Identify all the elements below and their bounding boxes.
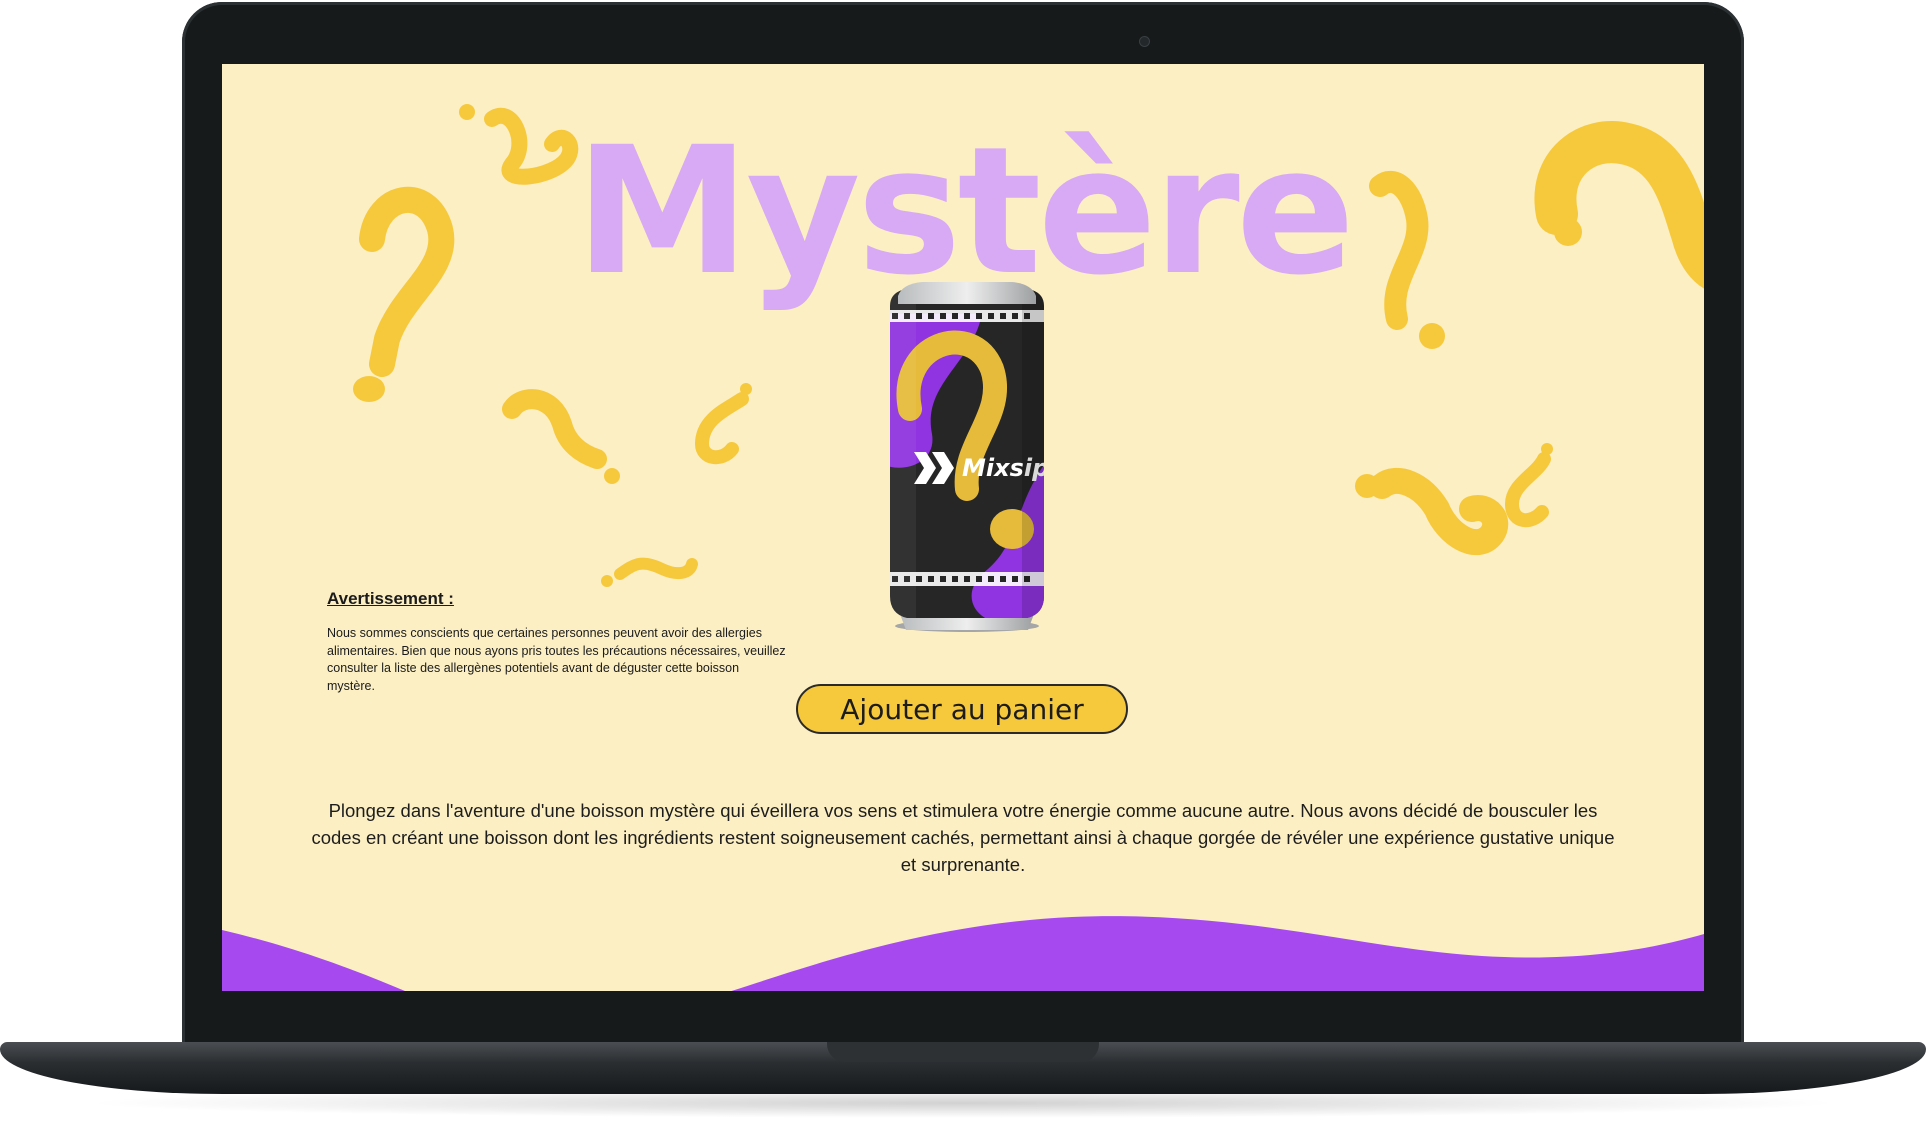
laptop-notch [827, 1042, 1099, 1062]
question-mark-icon [502, 389, 607, 469]
product-page: Mystère Mixsip Avertissement: Nous somm… [222, 64, 1704, 991]
warning-title: Avertissement : [327, 589, 454, 608]
purple-wave-decoration [222, 916, 1704, 991]
inverted-question-mark-icon [1505, 452, 1551, 528]
camera-icon [1139, 36, 1150, 47]
add-to-cart-button[interactable]: Ajouter au panier [796, 684, 1128, 734]
warning-text: Nous sommes conscients que certaines per… [327, 626, 786, 693]
allergy-warning: Avertissement : Nous sommes conscients q… [327, 589, 787, 695]
product-can-image: Mixsip [890, 282, 1044, 632]
question-mark-icon [1369, 468, 1509, 556]
product-description: Plongez dans l'aventure d'une boisson my… [311, 800, 1615, 875]
question-mark-icon [614, 557, 698, 580]
inverted-question-mark-icon [695, 392, 749, 465]
